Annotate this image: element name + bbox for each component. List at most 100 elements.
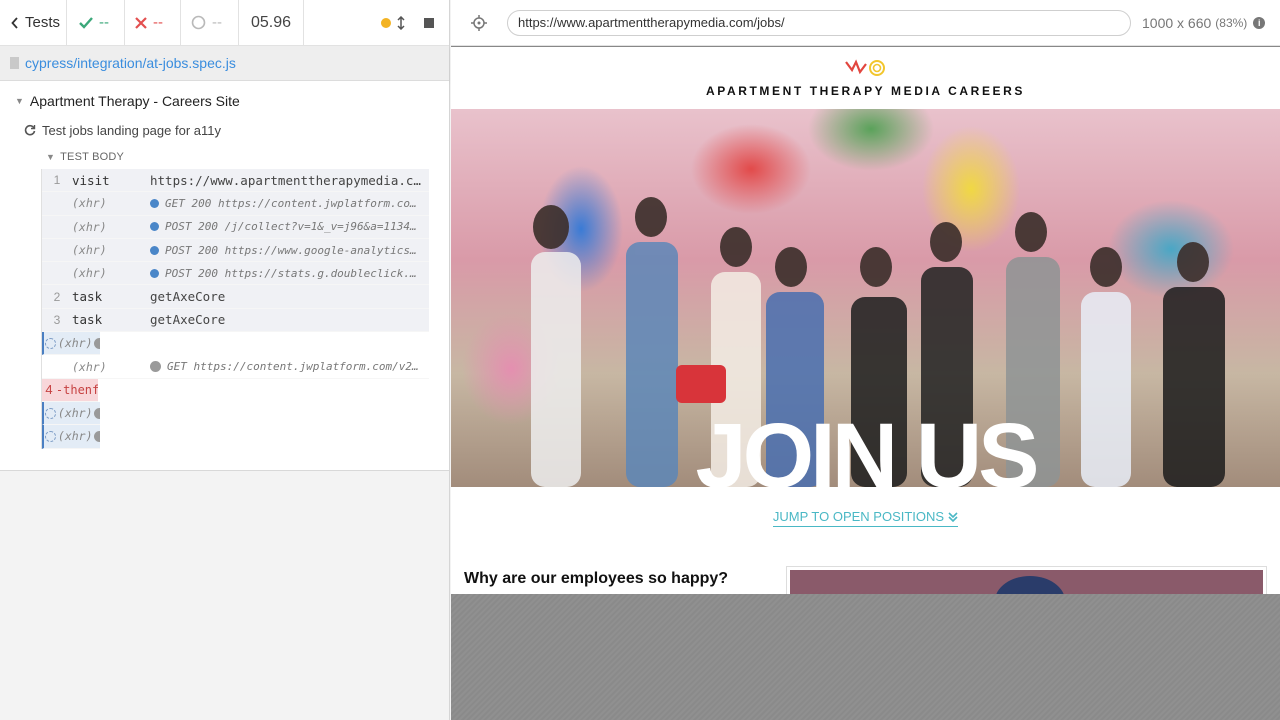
command-message-text: GET 200 https://content.jwplatform.com/v…	[165, 196, 423, 210]
viewport-info[interactable]: 1000 x 660 (83%) i	[1142, 14, 1266, 31]
running-indicator	[381, 17, 391, 28]
arrows-vertical-icon	[397, 15, 405, 30]
site-title: APARTMENT THERAPY MEDIA CAREERS	[705, 84, 1026, 98]
hero-heading: JOIN US	[695, 405, 1039, 487]
status-dot-icon	[150, 268, 159, 278]
duration: 05.96	[239, 0, 304, 45]
passed-count: --	[67, 0, 125, 45]
command-row[interactable]: (xhr) POST 200 https://stats.g.doubleclic…	[42, 262, 429, 286]
command-name: (xhr)	[57, 406, 93, 421]
pending-value: --	[212, 14, 222, 31]
url-bar: https://www.apartmenttherapymedia.com/jo…	[451, 0, 1280, 46]
command-list: 1 visit https://www.apartmenttherapymedia.…	[41, 169, 429, 449]
command-name: (xhr)	[57, 429, 93, 444]
command-number	[44, 337, 58, 349]
tests-label: Tests	[25, 14, 61, 31]
command-message: GET 200 https://content.jwplatform.com/v…	[150, 197, 429, 210]
command-row[interactable]: (xhr)GET https://content.jwplatform.com/…	[42, 355, 429, 379]
command-name: -then	[55, 382, 93, 397]
jump-to-positions-link[interactable]: JUMP TO OPEN POSITIONS	[772, 509, 959, 527]
command-row[interactable]: 4-thenfunction(){}	[42, 378, 98, 402]
spec-path-bar: cypress/integration/at-jobs.spec.js	[0, 46, 449, 81]
command-message-text: POST 200 https://stats.g.doubleclick.net…	[165, 266, 423, 280]
status-dot-icon	[150, 245, 159, 255]
command-message: POST 200 https://stats.g.doubleclick.net…	[150, 267, 429, 280]
tests-button[interactable]: Tests	[0, 0, 67, 45]
command-number: 1	[53, 173, 61, 188]
command-name: (xhr)	[72, 266, 107, 281]
spec-file-link[interactable]: cypress/integration/at-jobs.spec.js	[25, 55, 236, 71]
command-message: https://www.apartmenttherapymedia.com/jo…	[150, 172, 429, 188]
chevron-left-icon	[11, 16, 18, 29]
jump-link-row: JUMP TO OPEN POSITIONS	[451, 509, 1280, 527]
command-row[interactable]: (xhr)GET https://assets-jpcust.jwpsrv.co…	[42, 401, 100, 426]
failed-value: --	[153, 14, 163, 31]
command-message-text: GET https://content.jwplatform.com/v2/me…	[167, 360, 423, 374]
runnables: ▼ Apartment Therapy - Careers Site Test …	[0, 81, 449, 471]
command-message: GET https://content.jwplatform.com/v2/me…	[94, 336, 100, 351]
reporter-panel: Tests -- -- -- 05.96 cypress/integration…	[0, 0, 450, 720]
logo-icon	[844, 59, 885, 76]
caret-down-icon: ▼	[46, 152, 56, 162]
command-message: POST 200 /j/collect?v=1&_v=j96&a=1134789	[150, 220, 429, 233]
status-dot-icon	[94, 337, 100, 349]
office-photo	[790, 570, 1263, 594]
crosshair-icon	[471, 14, 487, 31]
test-row[interactable]: Test jobs landing page for a11y	[0, 115, 449, 145]
double-chevron-down-icon	[948, 511, 958, 522]
command-name: (xhr)	[57, 336, 93, 351]
command-number: 2	[53, 289, 61, 304]
jump-link-label: JUMP TO OPEN POSITIONS	[772, 509, 945, 524]
command-row[interactable]: 2 task getAxeCore	[42, 285, 429, 309]
command-message: getAxeCore	[150, 289, 226, 305]
spinner-icon	[45, 407, 57, 419]
office-photo-card	[786, 566, 1267, 594]
hero-banner: JOIN US	[451, 109, 1280, 487]
command-row[interactable]: (xhr) GET 200 https://content.jwplatform.…	[42, 192, 429, 216]
x-icon	[135, 16, 147, 29]
spinner-icon	[45, 430, 57, 442]
test-body-header[interactable]: ▼ TEST BODY	[0, 145, 449, 169]
command-row[interactable]: (xhr) POST 200 /j/collect?v=1&_v=j96&a=11…	[42, 215, 429, 239]
status-dot-icon	[150, 198, 159, 208]
site-viewport: APARTMENT THERAPY MEDIA CAREERS JOIN US …	[451, 47, 1280, 594]
auto-scroll-toggle[interactable]	[381, 15, 409, 30]
command-message: GET https://assets-jpcust.jwpsrv.com/	[94, 406, 100, 421]
file-icon	[10, 57, 19, 69]
status-dot-icon	[94, 407, 100, 419]
command-name: (xhr)	[72, 219, 107, 234]
check-icon	[79, 16, 93, 29]
command-row[interactable]: (xhr)GET --- /0_6270ccdb_0x6d5c747785c52…	[42, 425, 100, 449]
command-number: 4	[45, 382, 53, 398]
selector-playground-button[interactable]	[451, 14, 507, 31]
url-field[interactable]: https://www.apartmenttherapymedia.com/jo…	[507, 9, 1131, 36]
test-body-label: TEST BODY	[60, 151, 125, 163]
why-heading: Why are our employees so happy?	[464, 570, 729, 587]
command-message-text: POST 200 /j/collect?v=1&_v=j96&a=1134789	[165, 220, 423, 234]
command-row[interactable]: (xhr) POST 200 https://www.google-analyti…	[42, 238, 429, 263]
viewport-size: 1000 x 660	[1142, 14, 1212, 31]
spinner-icon	[45, 337, 57, 349]
command-name: task	[72, 312, 103, 328]
command-name: (xhr)	[72, 243, 107, 258]
command-number: 3	[53, 312, 61, 327]
site-logo[interactable]	[844, 58, 888, 78]
failed-count: --	[125, 0, 181, 45]
stop-button[interactable]	[409, 17, 449, 28]
command-row[interactable]: 3 task getAxeCore	[42, 308, 429, 333]
stats-bar: Tests -- -- -- 05.96	[0, 0, 449, 46]
caret-down-icon: ▼	[15, 96, 24, 106]
command-row[interactable]: 1 visit https://www.apartmenttherapymedia.…	[42, 169, 429, 193]
command-message: GET https://content.jwplatform.com/v2/me…	[150, 360, 429, 373]
command-row[interactable]: (xhr)GET https://content.jwplatform.com/…	[42, 332, 100, 356]
command-message: GET --- /0_6270ccdb_0x6d5c747785c5269408	[94, 430, 100, 443]
suite-row[interactable]: ▼ Apartment Therapy - Careers Site	[0, 87, 449, 115]
test-title: Test jobs landing page for a11y	[42, 122, 221, 138]
info-icon: i	[1253, 16, 1266, 29]
controls	[304, 0, 449, 45]
circle-icon	[191, 15, 206, 30]
refresh-icon	[24, 124, 36, 136]
command-number	[44, 430, 58, 442]
status-dot-icon	[150, 361, 161, 373]
command-message: function(){}	[92, 382, 98, 397]
